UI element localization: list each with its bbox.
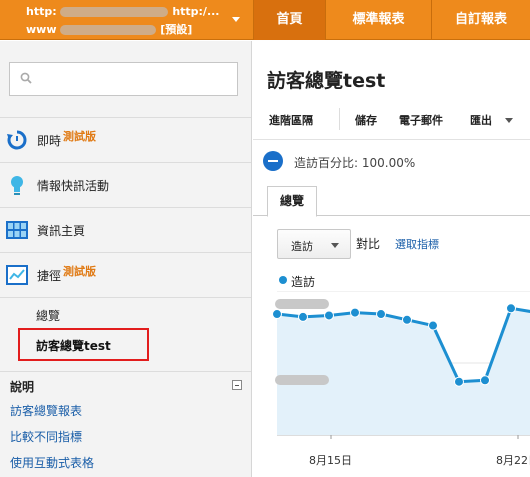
- legend-swatch: [279, 276, 287, 284]
- chevron-down-icon: [505, 118, 513, 123]
- help-link-visitor-overview[interactable]: 訪客總覽報表: [10, 402, 82, 419]
- account-line-2: www [預設]: [26, 21, 192, 37]
- sidebar-item-realtime[interactable]: 即時 測試版: [0, 117, 251, 161]
- tab-bar: 總覽: [253, 186, 530, 217]
- help-link-compare-metrics[interactable]: 比較不同指標: [10, 428, 82, 445]
- beta-badge: 測試版: [63, 130, 97, 143]
- account-selector[interactable]: http: http:/... www [預設]: [0, 0, 252, 40]
- shortcut-icon: [6, 265, 28, 285]
- account-url-suffix: http:/...: [172, 5, 220, 18]
- realtime-clock-icon: [7, 130, 27, 150]
- data-point-9: [506, 303, 516, 314]
- metric-dropdown[interactable]: 造訪: [277, 229, 351, 259]
- data-point-1: [298, 311, 308, 322]
- email-button[interactable]: 電子郵件: [399, 112, 443, 128]
- analytics-window: http: http:/... www [預設] 首頁 標準報表 自訂報表 即時…: [0, 0, 530, 477]
- search-input[interactable]: [9, 62, 238, 96]
- sidebar-item-label: 資訊主頁: [37, 224, 86, 238]
- page-title: 訪客總覽test: [267, 70, 386, 92]
- account-site-prefix: www: [26, 23, 57, 36]
- y-axis-label-redacted: [275, 375, 329, 385]
- top-bar: http: http:/... www [預設] 首頁 標準報表 自訂報表: [0, 0, 530, 40]
- sidebar-item-label: 情報快訊活動: [37, 179, 110, 193]
- help-link-interactive-table[interactable]: 使用互動式表格: [10, 454, 94, 471]
- redacted-url: [60, 7, 169, 17]
- save-button[interactable]: 儲存: [355, 112, 377, 128]
- y-axis-label-redacted: [275, 299, 329, 309]
- data-point-7: [454, 376, 464, 387]
- data-point-8: [480, 375, 490, 386]
- data-point-0: [272, 309, 282, 320]
- visits-chart[interactable]: 8月15日 8月22日: [253, 290, 530, 477]
- sidebar: 即時 測試版 情報快訊活動 資訊主頁 捷徑 測試版 總覽 訪客總覽test 說明…: [0, 41, 252, 477]
- tab-overview[interactable]: 總覽: [267, 186, 317, 217]
- realtime-label: 即時: [37, 134, 62, 148]
- data-point-3: [350, 307, 360, 318]
- data-point-6: [428, 320, 438, 331]
- divider: [0, 371, 251, 372]
- series-area: [277, 308, 530, 435]
- collapse-icon[interactable]: [232, 380, 242, 390]
- legend-label: 造訪: [291, 275, 316, 289]
- segment-percentage: 造訪百分比: 100.00%: [294, 156, 416, 170]
- data-point-4: [376, 309, 386, 320]
- dashboard-grid-icon: [6, 221, 28, 239]
- x-tick-label: 8月22日: [496, 454, 530, 467]
- sidebar-item-intelligence[interactable]: 情報快訊活動: [0, 162, 251, 206]
- sidebar-item-dashboards[interactable]: 資訊主頁: [0, 207, 251, 251]
- sidebar-item-label: 捷徑 測試版: [37, 265, 97, 284]
- data-point-5: [402, 314, 412, 325]
- tab-home[interactable]: 首頁: [253, 0, 325, 40]
- chevron-down-icon: [331, 243, 339, 248]
- export-button[interactable]: 匯出: [470, 112, 492, 128]
- beta-badge: 測試版: [63, 265, 97, 278]
- versus-label: 對比: [356, 237, 381, 251]
- report-panel: 訪客總覽test 進階區隔 儲存 電子郵件 匯出 造訪百分比: 100.00% …: [253, 41, 530, 477]
- sidebar-item-shortcuts[interactable]: 捷徑 測試版: [0, 252, 251, 296]
- segment-remove-icon[interactable]: [263, 151, 283, 171]
- redacted-site: [60, 25, 157, 35]
- help-heading: 說明: [10, 380, 35, 394]
- divider: [339, 108, 340, 130]
- x-tick-label: 8月15日: [309, 454, 352, 467]
- sidebar-item-label: 即時 測試版: [37, 130, 97, 149]
- search-icon: [20, 72, 32, 84]
- metric-value: 造訪: [291, 240, 313, 253]
- account-profile-label: [預設]: [160, 23, 193, 36]
- shortcut-overview[interactable]: 總覽: [36, 307, 60, 324]
- tab-standard-reports[interactable]: 標準報表: [325, 0, 431, 40]
- divider: [0, 297, 251, 298]
- lightbulb-icon: [11, 176, 23, 195]
- report-toolbar: 進階區隔 儲存 電子郵件 匯出: [253, 98, 530, 140]
- account-url-prefix: http:: [26, 5, 57, 18]
- tab-custom-reports[interactable]: 自訂報表: [431, 0, 530, 40]
- shortcut-visitor-overview-test[interactable]: 訪客總覽test: [36, 337, 111, 354]
- account-line-1: http: http:/...: [26, 5, 220, 18]
- chevron-down-icon: [232, 17, 240, 22]
- shortcuts-label: 捷徑: [37, 269, 62, 283]
- advanced-segments-button[interactable]: 進階區隔: [269, 112, 313, 128]
- select-metric-link[interactable]: 選取指標: [395, 236, 439, 252]
- data-point-2: [324, 310, 334, 321]
